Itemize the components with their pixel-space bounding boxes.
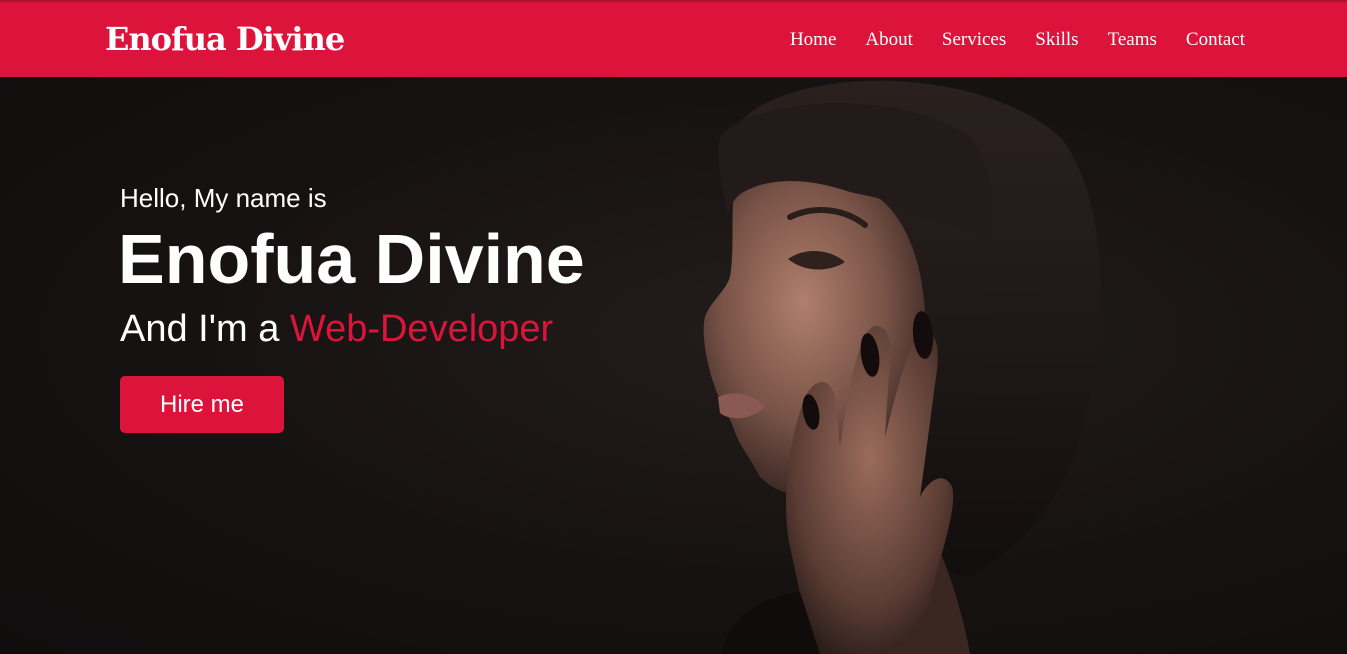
- hero-role: And I'm a Web-Developer: [120, 307, 553, 351]
- nav-menu: Home About Services Skills Teams Contact: [761, 28, 1245, 52]
- nav-item-skills[interactable]: Skills: [1035, 28, 1078, 52]
- nav-item-contact[interactable]: Contact: [1186, 28, 1245, 52]
- site-logo[interactable]: Enofua Divine: [105, 20, 345, 58]
- nav-item-services[interactable]: Services: [942, 28, 1006, 52]
- hero-role-prefix: And I'm a: [120, 308, 290, 350]
- nav-item-about[interactable]: About: [865, 28, 913, 52]
- nav-item-home[interactable]: Home: [790, 28, 836, 52]
- hero-name: Enofua Divine: [118, 220, 585, 298]
- hero-section: Hello, My name is Enofua Divine And I'm …: [0, 77, 1347, 654]
- navbar: Enofua Divine Home About Services Skills…: [0, 0, 1347, 77]
- nav-item-teams[interactable]: Teams: [1108, 28, 1157, 52]
- hero-portrait-image: [703, 80, 1101, 654]
- hire-me-button[interactable]: Hire me: [120, 376, 284, 433]
- hero-greeting: Hello, My name is: [120, 183, 327, 213]
- hero-role-accent: Web-Developer: [289, 308, 554, 350]
